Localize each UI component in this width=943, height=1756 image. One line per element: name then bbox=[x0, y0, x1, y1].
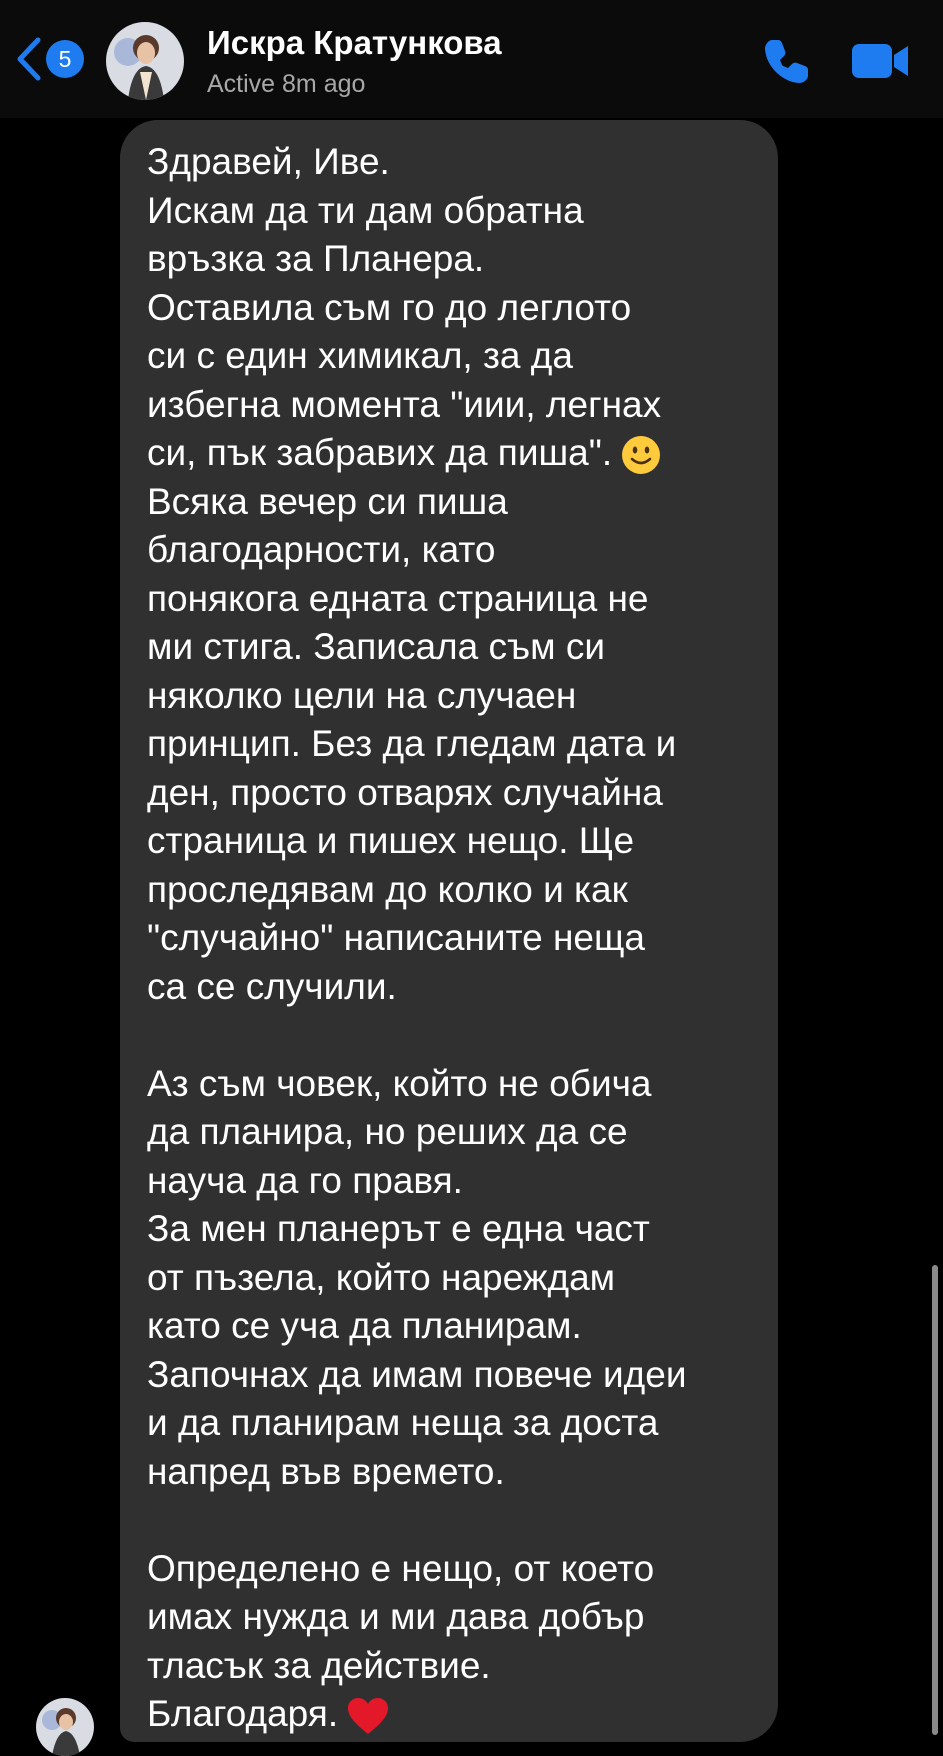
unread-count-badge: 5 bbox=[46, 40, 84, 78]
message-line: имах нужда и ми дава добър bbox=[147, 1596, 645, 1637]
message-line: Започнах да имам повече идеи bbox=[147, 1353, 687, 1395]
message-line: благодарности, като bbox=[147, 529, 496, 570]
message-line-text: си, пък забравих да пиша". bbox=[147, 432, 613, 473]
message-line: Определено е нещо, от което bbox=[147, 1547, 655, 1589]
message-line: страница и пишех нещо. Ще bbox=[147, 820, 635, 861]
message-line: Здравей, Иве. bbox=[147, 141, 390, 182]
contact-avatar[interactable] bbox=[106, 22, 184, 100]
message-line: няколко цели на случаен bbox=[147, 674, 577, 716]
message-line-with-emoji: Благодаря. bbox=[147, 1690, 769, 1739]
message-line-blank bbox=[147, 1496, 769, 1545]
message-line: и да планирам неща за доста bbox=[147, 1402, 659, 1443]
red-heart-icon bbox=[348, 1698, 389, 1735]
scrollbar[interactable] bbox=[932, 1265, 938, 1735]
message-line: Аз съм човек, който не обича bbox=[147, 1062, 652, 1104]
message-line: ми стига. Записала съм си bbox=[147, 626, 605, 667]
message-line: понякога едната страница не bbox=[147, 577, 649, 619]
message-line: проследявам до колко и как bbox=[147, 868, 628, 910]
message-line: тласък за действие. bbox=[147, 1644, 491, 1686]
sender-avatar[interactable] bbox=[36, 1698, 94, 1756]
message-line-blank bbox=[147, 1011, 769, 1060]
contact-name[interactable]: Искра Кратункова bbox=[207, 24, 502, 62]
message-line: Искам да ти дам обратна bbox=[147, 189, 584, 231]
message-line: като се уча да планирам. bbox=[147, 1305, 582, 1346]
message-line: да планира, но реших да се bbox=[147, 1111, 628, 1152]
chat-header: 5 Искра Кратункова Active 8m ago bbox=[0, 0, 943, 118]
message-line: За мен планерът е една част bbox=[147, 1208, 650, 1249]
message-line: си с един химикал, за да bbox=[147, 335, 573, 376]
video-camera-icon[interactable] bbox=[850, 40, 910, 82]
chevron-left-icon bbox=[17, 37, 41, 81]
message-line: "случайно" написаните неща bbox=[147, 917, 645, 958]
message-line: науча да го правя. bbox=[147, 1159, 463, 1201]
message-line-text: Благодаря. bbox=[147, 1693, 339, 1734]
message-line: Всяка вечер си пиша bbox=[147, 480, 508, 522]
slightly-smiling-face-icon bbox=[622, 436, 661, 475]
active-status: Active 8m ago bbox=[207, 70, 366, 98]
message-line: напред във времето. bbox=[147, 1450, 505, 1492]
message-line: са се случили. bbox=[147, 965, 397, 1007]
message-line: принцип. Без да гледам дата и bbox=[147, 723, 677, 764]
message-line: Оставила съм го до леглото bbox=[147, 286, 632, 328]
message-line: връзка за Планера. bbox=[147, 238, 485, 279]
message-line: ден, просто отварях случайна bbox=[147, 771, 663, 813]
phone-icon[interactable] bbox=[760, 36, 812, 88]
message-line: избегна момента "иии, легнах bbox=[147, 383, 662, 425]
message-text: Здравей, Иве. Искам да ти дам обратна вр… bbox=[147, 138, 769, 1739]
message-line-with-emoji: си, пък забравих да пиша". bbox=[147, 429, 769, 478]
message-line: от пъзела, който нареждам bbox=[147, 1256, 616, 1298]
